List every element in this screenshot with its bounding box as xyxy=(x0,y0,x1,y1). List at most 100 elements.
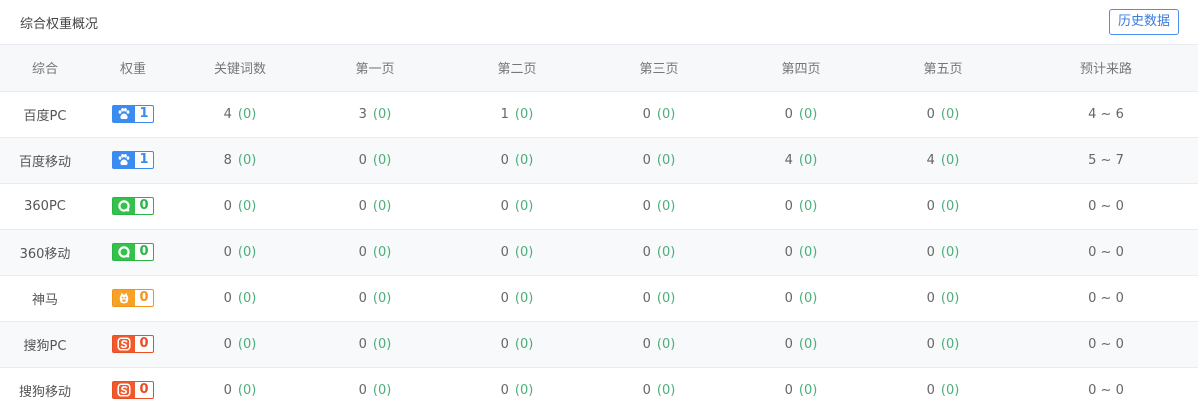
page-2-count[interactable]: 0 xyxy=(501,383,509,398)
page-1-count[interactable]: 0 xyxy=(359,291,367,306)
page-5-change: (0) xyxy=(940,244,960,260)
weight-value: 1 xyxy=(139,152,149,167)
page-1-count[interactable]: 0 xyxy=(359,337,367,352)
page-2-count[interactable]: 0 xyxy=(501,291,509,306)
page-2-count[interactable]: 1 xyxy=(501,107,509,122)
col-header-page-2: 第二页 xyxy=(497,62,537,78)
page-1-cell: 0 (0) xyxy=(304,275,446,321)
page-2-count[interactable]: 0 xyxy=(501,199,509,214)
weight-badge[interactable]: 0 xyxy=(112,335,154,353)
page-5-count[interactable]: 0 xyxy=(927,291,935,306)
history-data-button[interactable]: 历史数据 xyxy=(1108,9,1179,35)
page-4-count[interactable]: 4 xyxy=(785,153,793,168)
page-5-count[interactable]: 0 xyxy=(927,107,935,122)
engine-name: 360移动 xyxy=(19,246,71,262)
keywords-cell: 0 (0) xyxy=(176,321,304,367)
page-4-count[interactable]: 0 xyxy=(785,245,793,260)
page-3-cell: 0 (0) xyxy=(588,321,730,367)
keywords-count[interactable]: 0 xyxy=(224,245,232,260)
page-5-cell: 0 (0) xyxy=(872,229,1014,275)
page-5-change: (0) xyxy=(940,382,960,398)
weight-badge[interactable]: 1 xyxy=(112,151,154,169)
page-4-cell: 0 (0) xyxy=(730,275,872,321)
page-5-count[interactable]: 0 xyxy=(927,199,935,214)
sogou-s-icon xyxy=(113,336,135,352)
page-3-count[interactable]: 0 xyxy=(643,107,651,122)
page-4-count[interactable]: 0 xyxy=(785,199,793,214)
predicted-traffic: 4 ~ 6 xyxy=(1088,106,1124,122)
keywords-count[interactable]: 0 xyxy=(224,199,232,214)
col-header-page-4: 第四页 xyxy=(781,62,821,78)
col-header-page-3: 第三页 xyxy=(639,62,679,78)
page-3-cell: 0 (0) xyxy=(588,229,730,275)
keywords-count[interactable]: 4 xyxy=(224,107,232,122)
keywords-count[interactable]: 0 xyxy=(224,383,232,398)
page-2-change: (0) xyxy=(514,290,534,306)
page-1-count[interactable]: 3 xyxy=(359,107,367,122)
page-2-count[interactable]: 0 xyxy=(501,153,509,168)
keywords-cell: 0 (0) xyxy=(176,275,304,321)
page-3-change: (0) xyxy=(656,290,676,306)
engine-name: 百度PC xyxy=(23,108,67,124)
page-4-count[interactable]: 0 xyxy=(785,383,793,398)
page-2-change: (0) xyxy=(514,382,534,398)
page-1-count[interactable]: 0 xyxy=(359,383,367,398)
page-5-count[interactable]: 0 xyxy=(927,383,935,398)
predicted-traffic: 5 ~ 7 xyxy=(1088,152,1124,168)
keywords-change: (0) xyxy=(237,290,257,306)
weight-badge[interactable]: 1 xyxy=(112,105,154,123)
page-4-count[interactable]: 0 xyxy=(785,291,793,306)
col-header-weight: 权重 xyxy=(119,62,146,78)
page-1-change: (0) xyxy=(372,244,392,260)
weight-cell: 0 xyxy=(90,183,176,229)
page-4-count[interactable]: 0 xyxy=(785,337,793,352)
page-2-cell: 0 (0) xyxy=(446,275,588,321)
page-3-count[interactable]: 0 xyxy=(643,245,651,260)
page-4-change: (0) xyxy=(798,382,818,398)
page-4-change: (0) xyxy=(798,244,818,260)
page-1-count[interactable]: 0 xyxy=(359,199,367,214)
sogou-s-icon xyxy=(113,382,135,399)
weight-cell: 0 xyxy=(90,367,176,413)
keywords-cell: 4 (0) xyxy=(176,91,304,137)
page-3-count[interactable]: 0 xyxy=(643,199,651,214)
table-row: 百度PC 1 4 (0) 3 (0) 1 (0) 0 (0) 0 (0) 0 (0) 4 ~… xyxy=(0,91,1198,137)
page-5-change: (0) xyxy=(940,290,960,306)
weight-value: 0 xyxy=(139,382,149,398)
page-2-cell: 0 (0) xyxy=(446,367,588,413)
page-5-count[interactable]: 4 xyxy=(927,153,935,168)
page-3-count[interactable]: 0 xyxy=(643,337,651,352)
page-3-change: (0) xyxy=(656,244,676,260)
page-5-count[interactable]: 0 xyxy=(927,337,935,352)
keywords-count[interactable]: 0 xyxy=(224,291,232,306)
col-header-page-5: 第五页 xyxy=(923,62,963,78)
page-1-count[interactable]: 0 xyxy=(359,153,367,168)
page-2-count[interactable]: 0 xyxy=(501,337,509,352)
weight-badge[interactable]: 0 xyxy=(112,243,154,261)
page-1-change: (0) xyxy=(372,290,392,306)
keywords-count[interactable]: 0 xyxy=(224,337,232,352)
weight-overview-panel: 综合权重概况 历史数据 综合 权重 关键词数 第一页 第二页 第三页 第四页 第… xyxy=(0,0,1198,414)
page-3-count[interactable]: 0 xyxy=(643,153,651,168)
page-2-change: (0) xyxy=(514,152,534,168)
page-2-cell: 1 (0) xyxy=(446,91,588,137)
page-2-count[interactable]: 0 xyxy=(501,245,509,260)
page-4-cell: 4 (0) xyxy=(730,137,872,183)
weight-badge[interactable]: 0 xyxy=(112,381,154,400)
page-3-count[interactable]: 0 xyxy=(643,291,651,306)
weight-badge[interactable]: 0 xyxy=(112,289,154,307)
weight-badge[interactable]: 0 xyxy=(112,197,154,215)
page-1-count[interactable]: 0 xyxy=(359,245,367,260)
page-4-change: (0) xyxy=(798,290,818,306)
keywords-count[interactable]: 8 xyxy=(224,153,232,168)
page-5-change: (0) xyxy=(940,106,960,122)
page-4-change: (0) xyxy=(798,152,818,168)
page-3-cell: 0 (0) xyxy=(588,183,730,229)
page-1-cell: 3 (0) xyxy=(304,91,446,137)
keywords-change: (0) xyxy=(237,152,257,168)
page-5-cell: 0 (0) xyxy=(872,321,1014,367)
page-3-count[interactable]: 0 xyxy=(643,383,651,398)
page-4-count[interactable]: 0 xyxy=(785,107,793,122)
page-5-count[interactable]: 0 xyxy=(927,245,935,260)
shenma-horse-icon xyxy=(113,290,135,306)
